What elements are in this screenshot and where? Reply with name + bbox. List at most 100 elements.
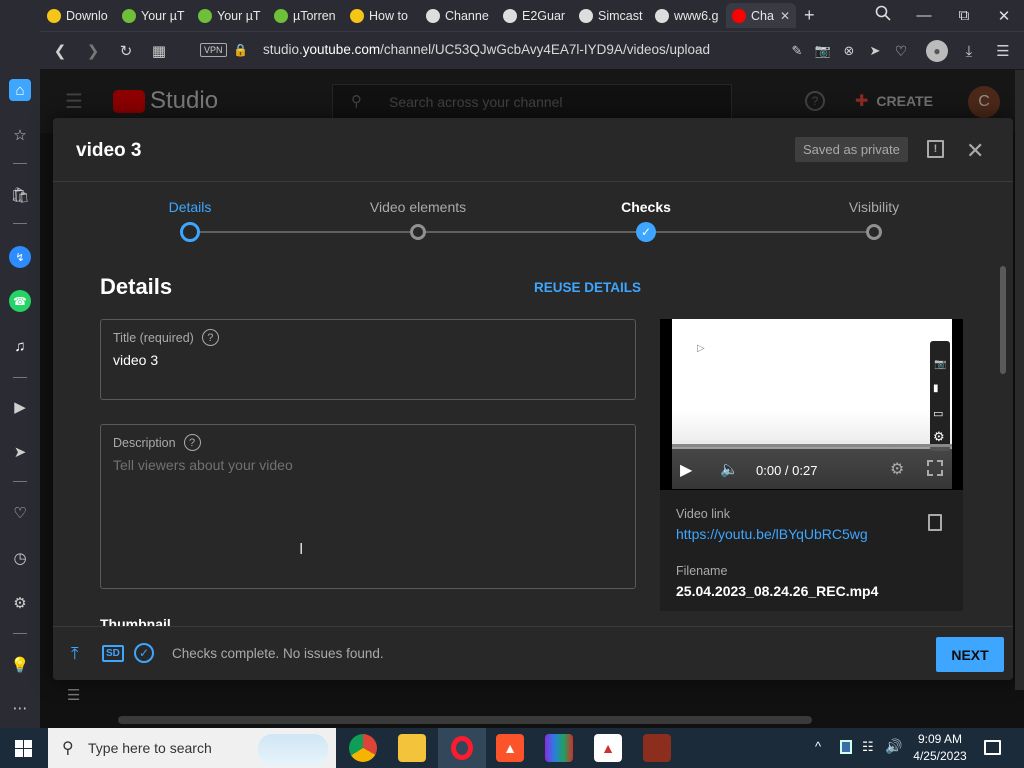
- browser-tab[interactable]: Your µT: [116, 3, 186, 28]
- brave-app-icon[interactable]: ▲: [496, 734, 524, 762]
- step-visibility-label[interactable]: Visibility: [849, 199, 899, 215]
- more-icon[interactable]: ⋯: [9, 697, 31, 719]
- restore-button[interactable]: ⧉: [944, 0, 984, 31]
- share-icon[interactable]: ➤: [864, 40, 886, 62]
- download-icon[interactable]: ⤓: [958, 40, 980, 62]
- browser-tab[interactable]: µTorren: [268, 3, 338, 28]
- volume-icon[interactable]: 🔊: [885, 738, 902, 755]
- vpn-badge[interactable]: VPN: [200, 43, 227, 57]
- browser-tab[interactable]: Channe: [420, 3, 492, 28]
- windows-start-icon[interactable]: [15, 740, 32, 757]
- fullscreen-icon[interactable]: [927, 460, 943, 476]
- close-tab-icon[interactable]: ✕: [780, 9, 790, 23]
- tab-favicon-icon: [47, 8, 61, 23]
- menu-icon[interactable]: ☰: [992, 40, 1014, 62]
- next-button[interactable]: NEXT: [936, 637, 1004, 672]
- opera-logo-icon: [451, 736, 473, 760]
- reuse-details-button[interactable]: REUSE DETAILS: [534, 280, 641, 295]
- feedback-icon[interactable]: ☰: [67, 686, 80, 704]
- browser-tab[interactable]: Your µT: [192, 3, 262, 28]
- help-icon[interactable]: ?: [201, 329, 219, 346]
- step-checks-label[interactable]: Checks: [621, 199, 671, 215]
- horizontal-scrollbar[interactable]: [118, 716, 812, 724]
- history-icon[interactable]: ◷: [9, 547, 31, 569]
- network-icon[interactable]: [840, 740, 852, 754]
- minimize-button[interactable]: —: [904, 0, 944, 31]
- checks-complete-icon[interactable]: ✓: [134, 643, 154, 663]
- step-visibility-dot[interactable]: [866, 224, 882, 240]
- tabs-overview-icon[interactable]: ▦: [148, 40, 170, 62]
- play-icon[interactable]: ▶: [680, 460, 692, 480]
- volume-icon[interactable]: 🔈: [720, 460, 739, 478]
- reload-button[interactable]: ↻: [115, 40, 137, 62]
- page-scrollbar[interactable]: [1015, 70, 1024, 690]
- video-progress-bar[interactable]: [672, 444, 952, 447]
- back-button[interactable]: ❮: [49, 40, 71, 62]
- close-window-button[interactable]: ✕: [984, 0, 1024, 31]
- forward-button[interactable]: ❯: [82, 40, 104, 62]
- edit-icon[interactable]: ✎: [786, 40, 808, 62]
- video-link[interactable]: https://youtu.be/lBYqUbRC5wg: [676, 526, 868, 542]
- sd-badge[interactable]: SD: [102, 645, 124, 662]
- step-details-dot[interactable]: [180, 222, 200, 242]
- dialog-title: video 3: [76, 140, 142, 161]
- system-clock[interactable]: 9:09 AM 4/25/2023: [910, 731, 970, 765]
- copy-icon[interactable]: [928, 514, 942, 531]
- block-icon[interactable]: ⊗: [838, 40, 860, 62]
- new-tab-button[interactable]: +: [804, 5, 815, 26]
- lock-icon: 🔒: [233, 43, 248, 57]
- messenger-icon[interactable]: ↯: [9, 246, 31, 268]
- camera-icon[interactable]: 📷: [934, 359, 946, 370]
- player-icon[interactable]: ▶: [9, 396, 31, 418]
- show-hidden-icons[interactable]: ^: [815, 739, 821, 754]
- settings-icon[interactable]: ⚙: [9, 592, 31, 614]
- send-icon[interactable]: ➤: [9, 441, 31, 463]
- dialog-scrollbar[interactable]: [1000, 266, 1006, 374]
- opera-app-icon[interactable]: [438, 728, 486, 768]
- ethernet-icon[interactable]: ☷: [862, 739, 874, 755]
- step-checks-check-icon[interactable]: ✓: [636, 222, 656, 242]
- lightbulb-icon[interactable]: 💡: [9, 654, 31, 676]
- step-video-elements-dot[interactable]: [410, 224, 426, 240]
- shopping-bag-icon[interactable]: 🛍: [9, 184, 31, 206]
- tab-search-icon[interactable]: [875, 5, 891, 25]
- step-video-elements-label[interactable]: Video elements: [370, 199, 466, 215]
- window-icon[interactable]: ▭: [933, 407, 943, 420]
- report-issue-icon[interactable]: !: [927, 140, 944, 158]
- heart-icon[interactable]: ♡: [9, 502, 31, 524]
- settings-icon[interactable]: ⚙: [890, 459, 904, 479]
- description-input[interactable]: Tell viewers about your video: [113, 457, 293, 473]
- step-details-label[interactable]: Details: [169, 199, 212, 215]
- browser-tab[interactable]: Simcast: [573, 3, 643, 28]
- browser-tab[interactable]: Cha ✕: [726, 3, 796, 28]
- home-icon[interactable]: ⌂: [9, 79, 31, 101]
- heart-outline-icon[interactable]: ♡: [890, 40, 912, 62]
- chrome-app-icon[interactable]: [349, 734, 377, 762]
- tab-favicon-icon: [198, 8, 212, 23]
- video-player[interactable]: ▷ 📷 ▮ ▭ ⚙ ▶ 🔈 0:00 / 0:27 ⚙: [660, 319, 963, 490]
- file-explorer-app-icon[interactable]: [398, 734, 426, 762]
- url-field[interactable]: studio.youtube.com/channel/UC53QJwGcbAvy…: [263, 42, 710, 57]
- upload-icon[interactable]: ⤒: [71, 644, 79, 664]
- camera-icon[interactable]: 📷: [812, 40, 834, 62]
- winrar-app-icon[interactable]: [545, 734, 573, 762]
- close-dialog-icon[interactable]: ✕: [966, 138, 984, 164]
- notifications-icon[interactable]: [984, 740, 1001, 755]
- taskbar-search[interactable]: ⚲ Type here to search: [48, 728, 336, 768]
- game-app-icon[interactable]: [643, 734, 671, 762]
- whatsapp-icon[interactable]: ☎: [9, 290, 31, 312]
- profile-icon[interactable]: ●: [926, 40, 948, 62]
- title-field[interactable]: Title (required)? video 3: [100, 319, 636, 400]
- video-camera-icon[interactable]: ▮: [933, 383, 939, 394]
- settings-icon[interactable]: ⚙: [933, 429, 945, 445]
- acrobat-app-icon[interactable]: ▲: [594, 734, 622, 762]
- browser-tab[interactable]: E2Guar: [497, 3, 567, 28]
- description-field[interactable]: Description? Tell viewers about your vid…: [100, 424, 636, 589]
- star-icon[interactable]: ☆: [9, 124, 31, 146]
- help-icon[interactable]: ?: [183, 434, 201, 451]
- browser-tab[interactable]: www6.g: [649, 3, 721, 28]
- browser-tab[interactable]: Downlo: [41, 3, 111, 28]
- tiktok-icon[interactable]: ♫: [9, 335, 31, 357]
- browser-tab[interactable]: How to: [344, 3, 414, 28]
- title-input[interactable]: video 3: [113, 352, 158, 368]
